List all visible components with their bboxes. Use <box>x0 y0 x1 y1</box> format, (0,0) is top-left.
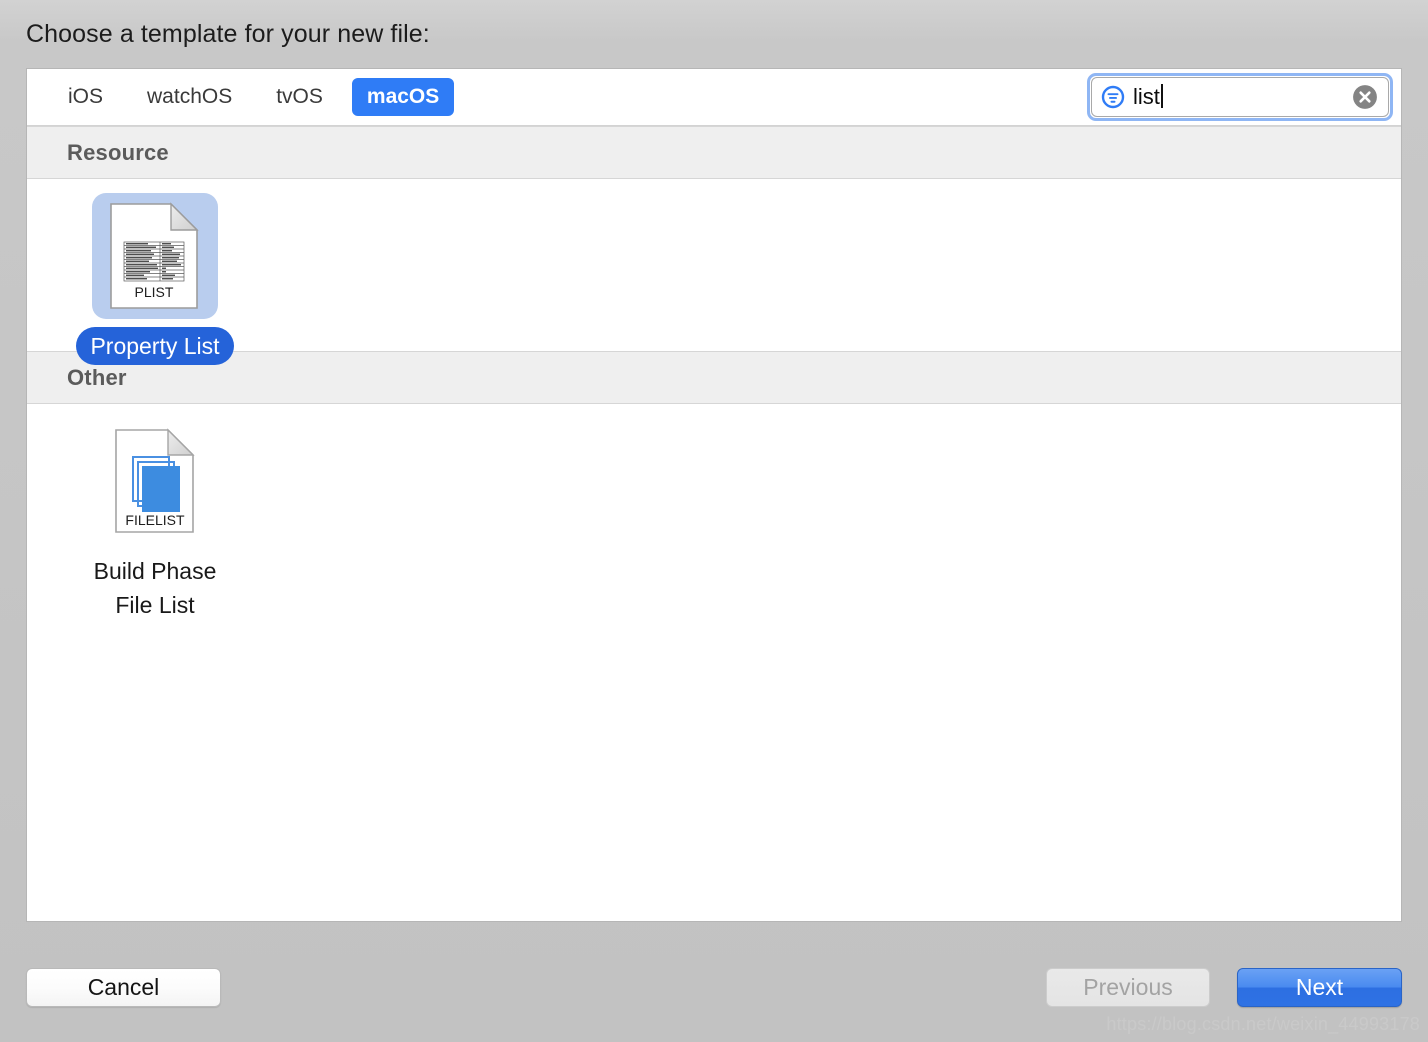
plist-document-icon: PLIST <box>110 202 199 309</box>
section-title: Other <box>67 364 127 390</box>
previous-button[interactable]: Previous <box>1046 968 1210 1007</box>
filelist-document-icon: FILELIST <box>115 428 195 533</box>
search-input-text: list <box>1133 84 1160 109</box>
section-header-resource: Resource <box>27 126 1401 179</box>
new-file-template-dialog: Choose a template for your new file: iOS… <box>0 0 1428 1042</box>
template-item-property-list[interactable]: PLIST Property List <box>60 193 250 365</box>
next-button[interactable]: Next <box>1237 968 1402 1007</box>
template-grid-resource: PLIST Property List <box>27 179 1401 365</box>
section-title: Resource <box>67 139 169 165</box>
template-icon-selection-box: PLIST <box>92 193 218 319</box>
platform-tabs: iOS watchOS tvOS macOS <box>53 69 468 125</box>
template-grid-other: FILELIST Build Phase File List <box>27 404 1401 859</box>
tab-watchos[interactable]: watchOS <box>132 78 247 116</box>
tab-tvos[interactable]: tvOS <box>261 78 338 116</box>
tab-ios[interactable]: iOS <box>53 78 118 116</box>
search-input-value[interactable]: list <box>1133 84 1163 110</box>
template-item-label: Build Phase File List <box>93 558 217 618</box>
clear-circle-icon[interactable] <box>1352 84 1378 110</box>
template-item-label: Property List <box>76 327 234 365</box>
watermark-text: https://blog.csdn.net/weixin_44993178 <box>1106 1014 1420 1034</box>
template-panel: iOS watchOS tvOS macOS list Resource PLI… <box>26 68 1402 922</box>
page-title: Choose a template for your new file: <box>26 20 430 48</box>
template-item-build-phase-file-list[interactable]: FILELIST Build Phase File List <box>60 418 250 624</box>
search-filter-icon[interactable] <box>1101 85 1125 109</box>
template-icon-box: FILELIST <box>92 418 218 544</box>
filelist-icon-caption: FILELIST <box>125 512 185 528</box>
plist-icon-caption: PLIST <box>135 284 174 300</box>
search-field-inner: list <box>1091 77 1389 117</box>
cancel-button[interactable]: Cancel <box>26 968 221 1007</box>
tab-macos[interactable]: macOS <box>351 78 455 116</box>
text-caret <box>1160 84 1163 108</box>
template-search-field[interactable]: list <box>1087 73 1393 121</box>
platform-tabbar: iOS watchOS tvOS macOS list <box>27 69 1401 126</box>
